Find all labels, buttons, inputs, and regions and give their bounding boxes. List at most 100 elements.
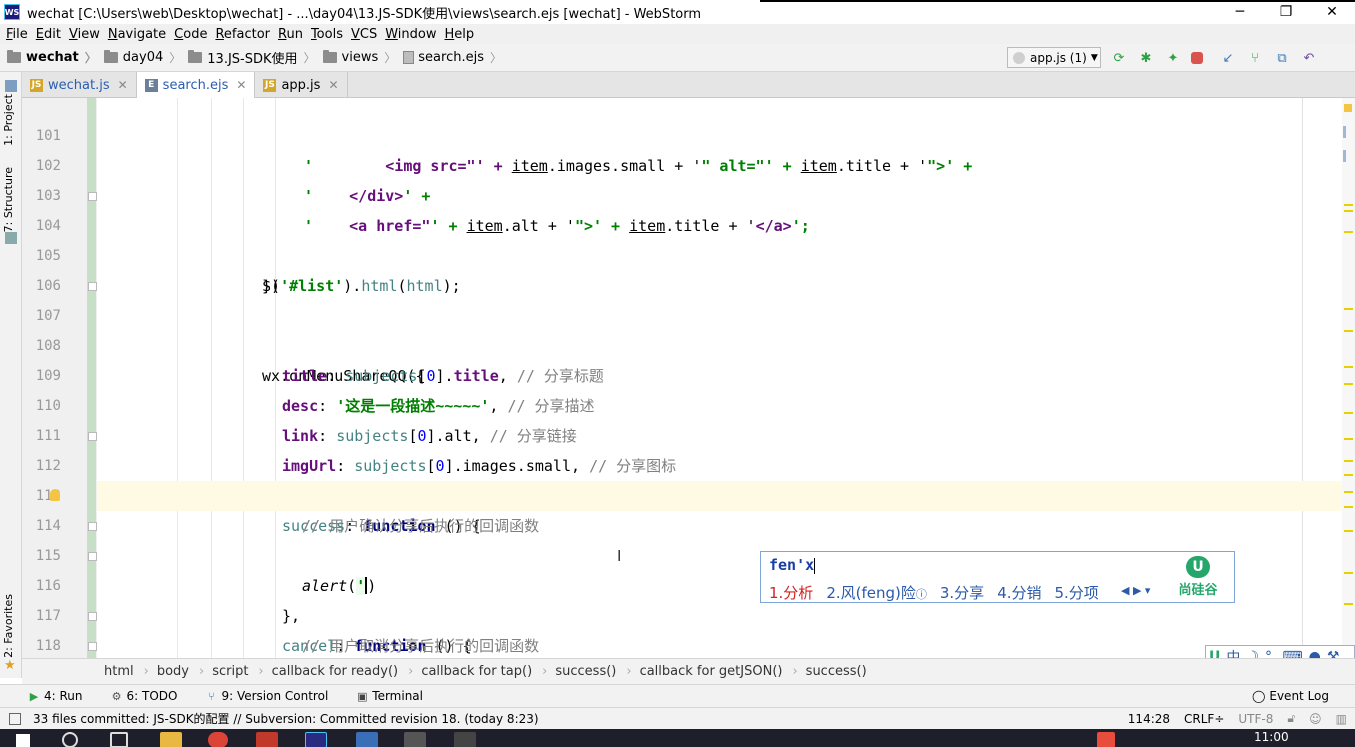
tool-tab-favorites[interactable]: 2: Favorites	[2, 594, 15, 658]
chrome-icon[interactable]	[208, 732, 228, 747]
tray-app-icon[interactable]	[1097, 732, 1115, 747]
close-icon[interactable]: ✕	[328, 78, 338, 92]
tool-tab-project[interactable]: 1: Project	[2, 94, 15, 146]
code-line-118: 118 }	[36, 601, 1342, 654]
menu-edit[interactable]: Edit	[32, 27, 65, 42]
menu-refactor[interactable]: Refactor	[211, 27, 274, 42]
vcs-update-icon[interactable]: ↙	[1219, 49, 1237, 67]
left-tool-strip: 1: Project 7: Structure 2: Favorites ★	[0, 72, 22, 678]
scroll-mark	[1344, 506, 1353, 508]
webstorm-taskbar-icon[interactable]	[305, 732, 327, 747]
taskbar-clock[interactable]: 11:00	[1254, 730, 1289, 744]
menu-file[interactable]: File	[2, 27, 32, 42]
event-log-button[interactable]: ◯ Event Log	[1252, 689, 1329, 703]
app-icon[interactable]	[356, 732, 378, 747]
menu-help[interactable]: Help	[441, 27, 479, 42]
ime-candidate[interactable]: 2.风(feng)险ⓘ	[826, 582, 927, 603]
tool-window-run[interactable]: ▶ 4: Run	[28, 689, 83, 703]
search-icon[interactable]	[62, 732, 78, 747]
vcs-revert-icon[interactable]: ↶	[1300, 49, 1318, 67]
menu-vcs[interactable]: VCS	[347, 27, 381, 42]
tab-wechat-js[interactable]: JS wechat.js ✕	[22, 72, 137, 98]
editor-scrollbar[interactable]	[1342, 98, 1355, 658]
menu-view[interactable]: View	[65, 27, 104, 42]
ime-candidate[interactable]: 3.分享	[940, 582, 984, 603]
close-icon[interactable]: ✕	[236, 78, 246, 92]
fold-marker-icon[interactable]	[88, 432, 97, 441]
context-crumb[interactable]: script ›	[212, 664, 271, 679]
task-view-icon[interactable]	[110, 732, 128, 747]
folder-icon	[7, 50, 21, 63]
menu-navigate[interactable]: Navigate	[104, 27, 170, 42]
context-crumb[interactable]: callback for ready() ›	[272, 664, 422, 679]
nav-crumb-day04[interactable]: day04 〉	[97, 49, 181, 66]
caret-position[interactable]: 114:28	[1128, 712, 1170, 726]
tool-window-terminal[interactable]: ▣ Terminal	[356, 689, 423, 703]
scroll-mark	[1344, 438, 1353, 440]
status-message: 33 files committed: JS-SDK的配置 // Subvers…	[33, 712, 539, 726]
coverage-icon[interactable]: ✦	[1164, 49, 1182, 67]
close-icon[interactable]: ✕	[118, 78, 128, 92]
scroll-mark	[1344, 366, 1353, 368]
folder-icon	[103, 50, 118, 63]
context-crumb[interactable]: html ›	[104, 664, 157, 679]
line-separator[interactable]: CRLF÷	[1184, 712, 1224, 726]
context-crumb[interactable]: callback for getJSON() ›	[640, 664, 806, 679]
lock-icon[interactable]: 🔓︎	[1287, 711, 1295, 726]
scroll-mark	[1344, 412, 1353, 414]
menu-window[interactable]: Window	[381, 27, 440, 42]
editor-tabs: JS wechat.js ✕ E search.ejs ✕ JS app.js …	[22, 72, 1355, 98]
ime-candidate[interactable]: 1.分析	[769, 582, 813, 603]
tab-app-js[interactable]: JS app.js ✕	[255, 72, 348, 98]
app-icon[interactable]	[404, 732, 426, 747]
window-title: wechat [C:\Users\web\Desktop\wechat] - .…	[27, 6, 702, 22]
app-icon[interactable]	[454, 732, 476, 747]
fold-marker-icon[interactable]	[88, 282, 97, 291]
close-button[interactable]: ✕	[1309, 0, 1355, 24]
tool-window-vcs[interactable]: ⑂ 9: Version Control	[205, 689, 328, 703]
menu-code[interactable]: Code	[170, 27, 211, 42]
debug-icon[interactable]: ✱	[1137, 49, 1155, 67]
minimize-button[interactable]: ─	[1217, 0, 1263, 24]
fold-marker-icon[interactable]	[88, 522, 97, 531]
tool-window-todo[interactable]: ⚙ 6: TODO	[111, 689, 178, 703]
context-crumb[interactable]: success() ›	[555, 664, 639, 679]
lightbulb-icon[interactable]	[50, 489, 60, 501]
menu-run[interactable]: Run	[274, 27, 307, 42]
file-explorer-icon[interactable]	[160, 732, 182, 747]
ime-page-arrows[interactable]: ◀ ▶ ▾	[1121, 584, 1150, 597]
run-config-select[interactable]: app.js (1) ▼	[1007, 47, 1101, 68]
inspector-icon[interactable]: ☺	[1309, 712, 1322, 726]
app-icon[interactable]	[256, 732, 278, 747]
context-crumb[interactable]: callback for tap() ›	[421, 664, 555, 679]
fold-marker-icon[interactable]	[88, 192, 97, 201]
folder-icon	[188, 50, 203, 63]
todo-icon: ⚙	[111, 689, 122, 703]
window-controls: ─ ❐ ✕	[1217, 0, 1355, 24]
ime-candidate[interactable]: 5.分项	[1055, 582, 1099, 603]
file-encoding[interactable]: UTF-8	[1238, 712, 1273, 726]
toggle-tool-windows-icon[interactable]	[9, 712, 21, 725]
nav-crumb-views[interactable]: views 〉	[316, 49, 396, 66]
stop-icon[interactable]	[1191, 52, 1203, 64]
nav-crumb-project[interactable]: wechat 〉	[0, 49, 97, 66]
ime-candidate[interactable]: 4.分销	[997, 582, 1041, 603]
maximize-button[interactable]: ❐	[1263, 0, 1309, 24]
vcs-commit-icon[interactable]: ⑂	[1246, 49, 1264, 67]
vcs-compare-icon[interactable]: ⧉	[1273, 49, 1291, 67]
fold-marker-icon[interactable]	[88, 552, 97, 561]
rerun-icon[interactable]: ⟳	[1110, 49, 1128, 67]
run-toolbar: ⟳ ✱ ✦ ↙ ⑂ ⧉ ↶	[1110, 49, 1327, 67]
fold-marker-icon[interactable]	[88, 642, 97, 651]
context-crumb[interactable]: body ›	[157, 664, 212, 679]
tool-tab-structure[interactable]: 7: Structure	[2, 167, 15, 232]
tab-search-ejs[interactable]: E search.ejs ✕	[136, 72, 256, 98]
windows-start-icon[interactable]	[16, 734, 30, 747]
nav-crumb-jssdk[interactable]: 13.JS-SDK使用〉	[181, 48, 316, 67]
scroll-mark	[1343, 150, 1346, 162]
fold-marker-icon[interactable]	[88, 612, 97, 621]
context-crumb[interactable]: success()	[806, 664, 867, 679]
memory-icon[interactable]: ▥	[1336, 712, 1347, 726]
menu-tools[interactable]: Tools	[307, 27, 347, 42]
nav-crumb-file[interactable]: search.ejs 〉	[396, 49, 502, 66]
